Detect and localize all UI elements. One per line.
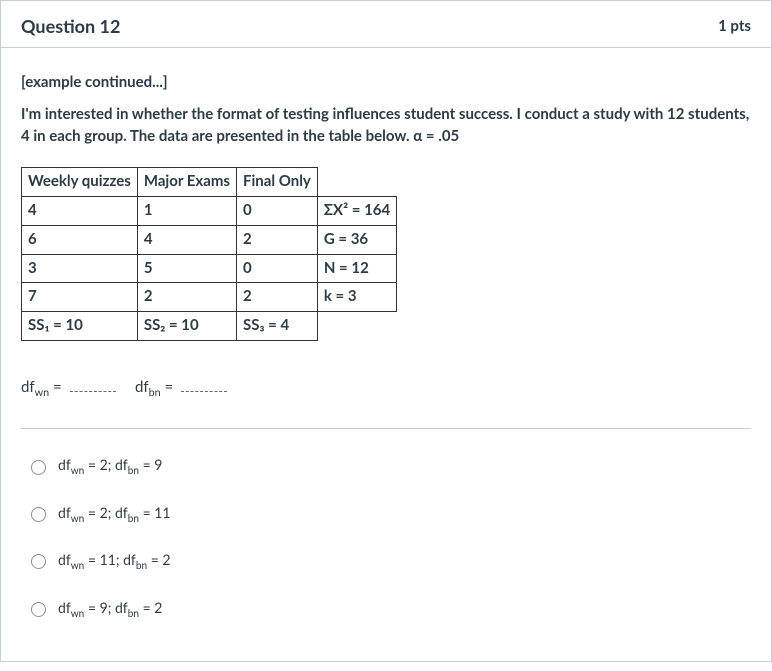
prompt-df1: dfwn = — [21, 378, 66, 396]
lead-text: [example continued...] — [21, 72, 751, 94]
table-stat: ΣX² = 164 — [317, 197, 396, 226]
table-cell: 3 — [22, 254, 138, 283]
table-header: Major Exams — [137, 168, 236, 197]
answer-val: 9 — [100, 599, 108, 616]
table-cell: 4 — [137, 225, 236, 254]
answer-label: dfwn = 2; dfbn = 11 — [58, 503, 171, 526]
radio-icon — [31, 507, 46, 522]
answer-label: dfwn = 9; dfbn = 2 — [58, 598, 162, 621]
table-empty — [317, 312, 396, 341]
answer-option[interactable]: dfwn = 11; dfbn = 2 — [21, 538, 751, 585]
table-cell: 0 — [237, 197, 318, 226]
prompt-df2: dfbn = — [135, 378, 177, 396]
question-body: [example continued...] I'm interested in… — [1, 48, 771, 661]
answer-val: 9 — [154, 456, 162, 473]
table-cell: 1 — [137, 197, 236, 226]
table-ss: SS₃ = 4 — [237, 312, 318, 341]
answer-option[interactable]: dfwn = 9; dfbn = 2 — [21, 586, 751, 633]
table-stat: N = 12 — [317, 254, 396, 283]
question-title: Question 12 — [21, 15, 120, 37]
table-header: Final Only — [237, 168, 318, 197]
answer-val: 2 — [154, 599, 162, 616]
table-cell: 2 — [237, 225, 318, 254]
answer-val: 11 — [154, 504, 170, 521]
table-stat: G = 36 — [317, 225, 396, 254]
answer-options: dfwn = 2; dfbn = 9 dfwn = 2; dfbn = 11 d… — [21, 429, 751, 633]
prompt-text: df — [21, 378, 35, 396]
question-header: Question 12 1 pts — [1, 1, 771, 48]
intro-text: I'm interested in whether the format of … — [21, 104, 751, 148]
table-cell: 0 — [237, 254, 318, 283]
table-empty — [317, 168, 396, 197]
prompt-eq: = — [161, 378, 177, 396]
answer-option[interactable]: dfwn = 2; dfbn = 11 — [21, 491, 751, 538]
question-points: 1 pts — [718, 17, 751, 35]
blank-2 — [181, 381, 227, 392]
answer-label: dfwn = 2; dfbn = 9 — [58, 455, 162, 478]
table-cell: 4 — [22, 197, 138, 226]
prompt-sub: wn — [35, 386, 50, 399]
table-cell: 2 — [237, 283, 318, 312]
radio-icon — [31, 460, 46, 475]
radio-icon — [31, 554, 46, 569]
table-cell: 7 — [22, 283, 138, 312]
prompt-text: df — [135, 378, 149, 396]
blank-1 — [70, 381, 116, 392]
question-card: Question 12 1 pts [example continued...]… — [0, 0, 772, 662]
answer-val: 2 — [100, 456, 108, 473]
table-ss: SS₂ = 10 — [137, 312, 236, 341]
table-cell: 6 — [22, 225, 138, 254]
prompt-sub: bn — [149, 386, 161, 399]
radio-icon — [31, 602, 46, 617]
table-cell: 2 — [137, 283, 236, 312]
fill-blank-prompt: dfwn = dfbn = — [21, 377, 751, 401]
prompt-eq: = — [49, 378, 65, 396]
data-table: Weekly quizzes Major Exams Final Only 4 … — [21, 167, 397, 341]
answer-val: 2 — [162, 551, 170, 568]
answer-val: 11 — [100, 551, 116, 568]
answer-val: 2 — [100, 504, 108, 521]
table-stat: k = 3 — [317, 283, 396, 312]
table-ss: SS₁ = 10 — [22, 312, 138, 341]
answer-label: dfwn = 11; dfbn = 2 — [58, 550, 171, 573]
table-header: Weekly quizzes — [22, 168, 138, 197]
table-cell: 5 — [137, 254, 236, 283]
answer-option[interactable]: dfwn = 2; dfbn = 9 — [21, 443, 751, 490]
